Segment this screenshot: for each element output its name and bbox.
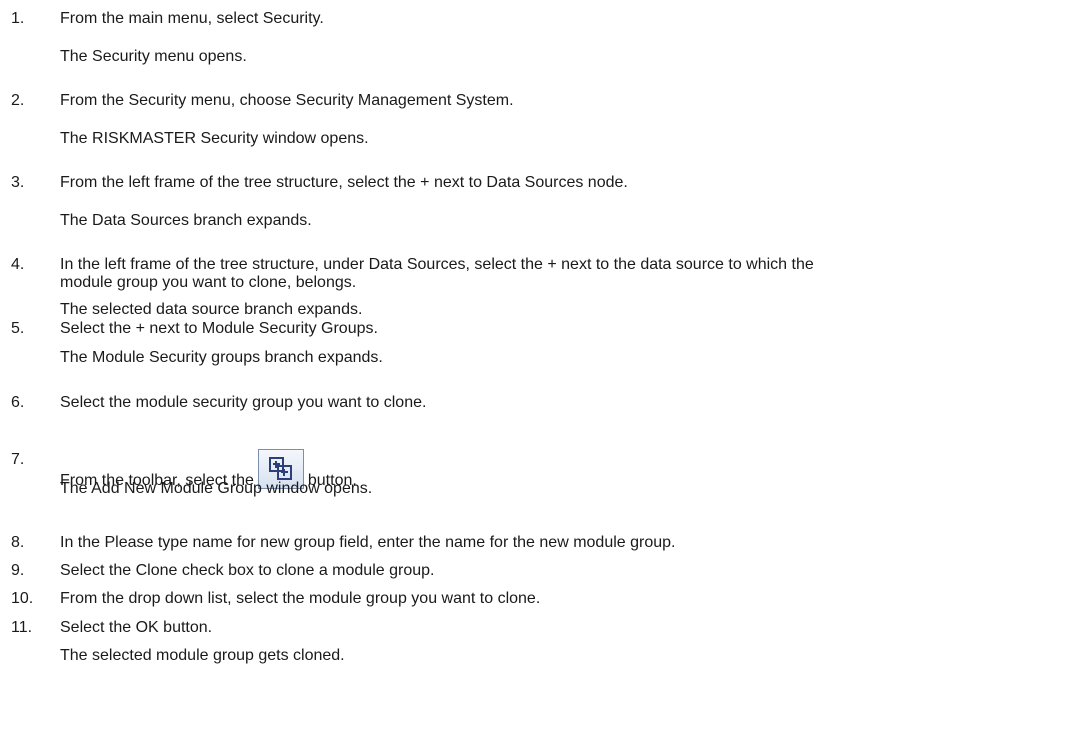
step-instruction: From the Security menu, choose Security … xyxy=(60,92,514,109)
step-number: 10. xyxy=(11,590,34,607)
step-instruction: Select the Clone check box to clone a mo… xyxy=(60,562,435,579)
step-result: The Module Security groups branch expand… xyxy=(60,349,383,366)
step-instruction: From the left frame of the tree structur… xyxy=(60,174,628,191)
step-instruction: Select the OK button. xyxy=(60,619,213,636)
instructions-document: 1. From the main menu, select Security. … xyxy=(0,0,1068,734)
step-number: 8. xyxy=(11,534,25,551)
step-number: 9. xyxy=(11,562,25,579)
step-instruction: Select the + next to Module Security Gro… xyxy=(60,320,378,337)
step-result: The Security menu opens. xyxy=(60,48,247,65)
step-instruction: From the main menu, select Security. xyxy=(60,10,324,27)
step-number: 5. xyxy=(11,320,25,337)
step-instruction: In the Please type name for new group fi… xyxy=(60,534,676,551)
step-result: The Data Sources branch expands. xyxy=(60,212,312,229)
step-result: The Add New Module Group window opens. xyxy=(60,480,373,497)
step-instruction: From the drop down list, select the modu… xyxy=(60,590,541,607)
step-instruction-line-2: module group you want to clone, belongs. xyxy=(60,274,357,291)
step-result: The selected module group gets cloned. xyxy=(60,647,345,664)
step-number: 4. xyxy=(11,256,25,273)
step-number: 11. xyxy=(11,619,33,636)
step-number: 6. xyxy=(11,394,25,411)
step-number: 3. xyxy=(11,174,25,191)
step-number: 1. xyxy=(11,10,25,27)
step-result: The RISKMASTER Security window opens. xyxy=(60,130,369,147)
step-number: 2. xyxy=(11,92,25,109)
step-number: 7. xyxy=(11,451,25,468)
step-instruction: Select the module security group you wan… xyxy=(60,394,427,411)
